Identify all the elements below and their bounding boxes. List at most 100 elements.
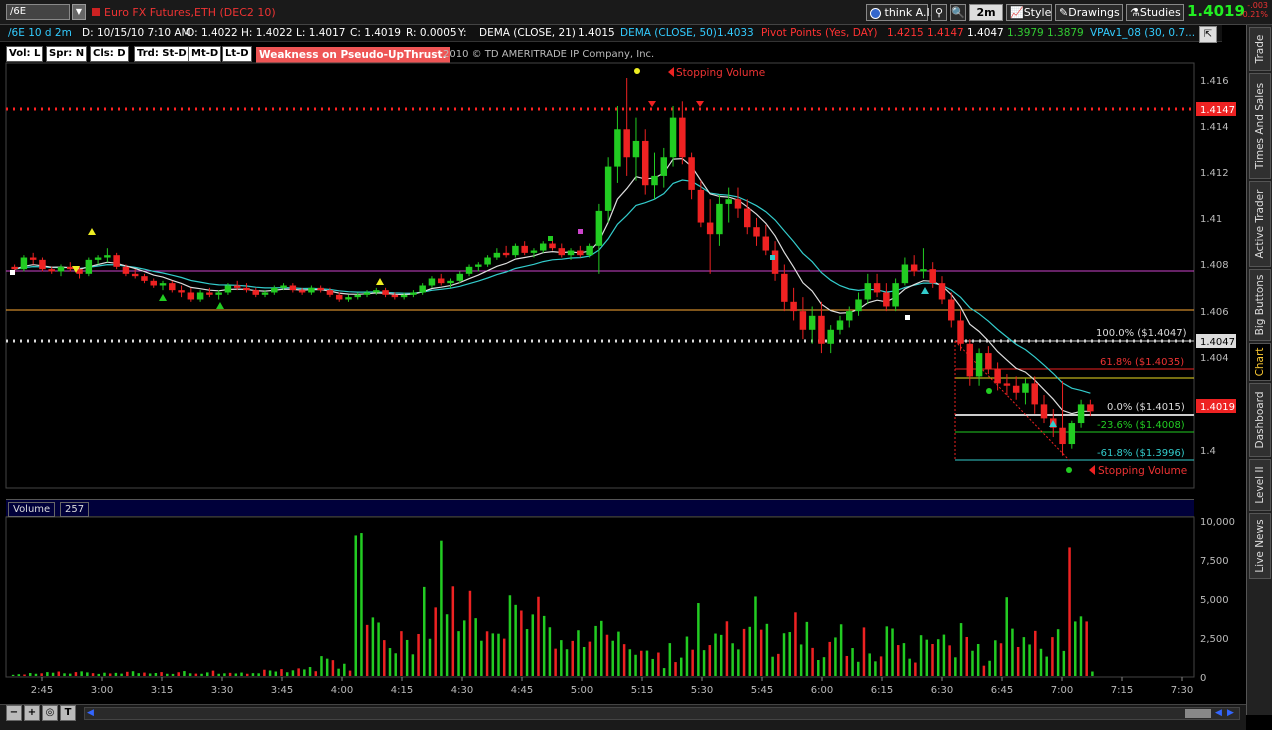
symbol-picker-icon[interactable]: [92, 8, 100, 16]
text-tool-icon[interactable]: T: [60, 705, 76, 721]
badge-vol: Vol: L: [6, 46, 44, 62]
drawings-button[interactable]: ✎Drawings: [1055, 4, 1123, 21]
volume-bar: [1028, 644, 1031, 676]
tab-trade[interactable]: Trade: [1249, 27, 1271, 71]
tab-active-trader[interactable]: Active Trader: [1249, 181, 1271, 267]
volume-bar: [817, 660, 820, 676]
scroll-grip[interactable]: [1185, 709, 1211, 718]
volume-bar: [685, 636, 689, 676]
symbol-input[interactable]: /6E: [6, 4, 70, 20]
time-tick-label: 2:45: [31, 685, 53, 696]
price-tick: 1.406: [1200, 307, 1229, 318]
candle-body: [883, 292, 890, 307]
candle-body: [345, 297, 352, 300]
candle-body: [502, 252, 510, 256]
candle-body: [391, 294, 399, 298]
price-tick: 1.414: [1200, 122, 1229, 133]
candle-body: [104, 255, 111, 258]
volume-bar: [605, 634, 609, 676]
volume-bar: [714, 633, 717, 676]
volume-bar: [348, 670, 352, 676]
volume-bar: [794, 612, 797, 676]
candle-body: [113, 255, 120, 267]
pivot-value-s2: 1.3879: [1047, 27, 1084, 39]
candle-body: [465, 266, 473, 274]
time-tick-label: 7:30: [1171, 685, 1193, 696]
tab-dashboard[interactable]: Dashboard: [1249, 383, 1271, 457]
candle-body: [604, 166, 612, 211]
symbol-dropdown-button[interactable]: ▼: [72, 4, 86, 20]
volume-bar: [177, 672, 180, 676]
up-arrow-green-2: [159, 294, 167, 301]
volume-bar: [799, 644, 803, 676]
chart-settings-button[interactable]: ⇱: [1199, 26, 1217, 43]
volume-bar: [223, 673, 226, 676]
price-axis: 1.416 1.414 1.412 1.41 1.408 1.406 1.404…: [1196, 76, 1236, 457]
style-button[interactable]: 📈Style: [1006, 4, 1052, 21]
scroll-right-icon[interactable]: ▶: [1227, 708, 1234, 718]
candle-body: [382, 290, 389, 295]
badge-lt: Lt-D: [222, 46, 252, 62]
time-tick-label: 3:15: [151, 685, 173, 696]
signal-markers: [10, 67, 1095, 475]
scroll-left-end-icon[interactable]: ◀: [1215, 708, 1222, 718]
time-tick-label: 3:30: [211, 685, 233, 696]
tab-live-news[interactable]: Live News: [1249, 513, 1271, 579]
time-tick-label: 6:45: [991, 685, 1013, 696]
volume-bar: [417, 633, 420, 676]
volume-bar: [1045, 656, 1048, 676]
volume-bar: [303, 669, 306, 676]
candle-body: [790, 301, 797, 312]
volume-bar: [651, 658, 654, 676]
volume-bar: [91, 673, 95, 676]
candle-body: [864, 283, 872, 300]
link-icon[interactable]: ⚲: [931, 4, 947, 21]
candle-body: [614, 129, 621, 167]
candle-body: [632, 140, 640, 158]
scroll-left-icon[interactable]: ◀: [87, 708, 94, 718]
up-triangle-yellow: [88, 228, 96, 235]
tab-dashboard-label: Dashboard: [1254, 391, 1266, 449]
candle-body: [317, 287, 324, 291]
tab-level-ii[interactable]: Level II: [1249, 459, 1271, 511]
zoom-out-icon[interactable]: −: [6, 705, 22, 721]
volume-axis: 10,000 7,500 5,000 2,500 0: [1200, 517, 1235, 684]
volume-bar: [600, 620, 603, 676]
zoom-fit-icon[interactable]: ◎: [42, 705, 58, 721]
pivot-value-r2: 1.4215: [887, 27, 924, 39]
candle-body: [11, 266, 18, 270]
candle-body: [196, 292, 204, 300]
volume-bar: [34, 673, 38, 676]
pivot-label: Pivot Points (Yes, DAY): [761, 27, 878, 39]
volume-bar: [445, 614, 449, 676]
price-chart[interactable]: Stopping Volume Stopping Volume 100.0% (…: [0, 0, 1246, 704]
candle-body: [159, 283, 167, 286]
volume-bar: [502, 638, 506, 676]
period-button[interactable]: 2m: [969, 4, 1003, 21]
candle-body: [475, 264, 482, 267]
candle-body: [122, 266, 130, 274]
style-label: Style: [1023, 6, 1052, 19]
signal-dot-yellow: [634, 68, 640, 74]
volume-bar: [137, 673, 140, 676]
volume-bar: [154, 673, 158, 676]
tab-times-and-sales[interactable]: Times And Sales: [1249, 73, 1271, 179]
zoom-in-icon[interactable]: +: [24, 705, 40, 721]
dema21-label: DEMA (CLOSE, 21): [479, 27, 576, 39]
candle-body: [20, 257, 28, 270]
studies-button[interactable]: ⚗Studies: [1126, 4, 1184, 21]
volume-tick: 2,500: [1200, 634, 1229, 645]
volume-bar: [285, 672, 289, 676]
volume-bar: [594, 625, 597, 676]
tab-big-buttons[interactable]: Big Buttons: [1249, 269, 1271, 341]
tab-chart[interactable]: Chart: [1249, 343, 1271, 381]
think-ai-button[interactable]: think A.I.: [866, 4, 933, 21]
volume-bar: [588, 641, 592, 676]
candle-body: [1068, 423, 1076, 445]
volume-bar: [80, 671, 83, 676]
volume-bar: [571, 640, 574, 676]
chart-scrollbar[interactable]: ◀ ◀ ▶: [84, 707, 1240, 720]
price-tick: 1.408: [1200, 260, 1229, 271]
search-icon[interactable]: 🔍: [950, 4, 966, 21]
candle-body: [373, 290, 380, 293]
